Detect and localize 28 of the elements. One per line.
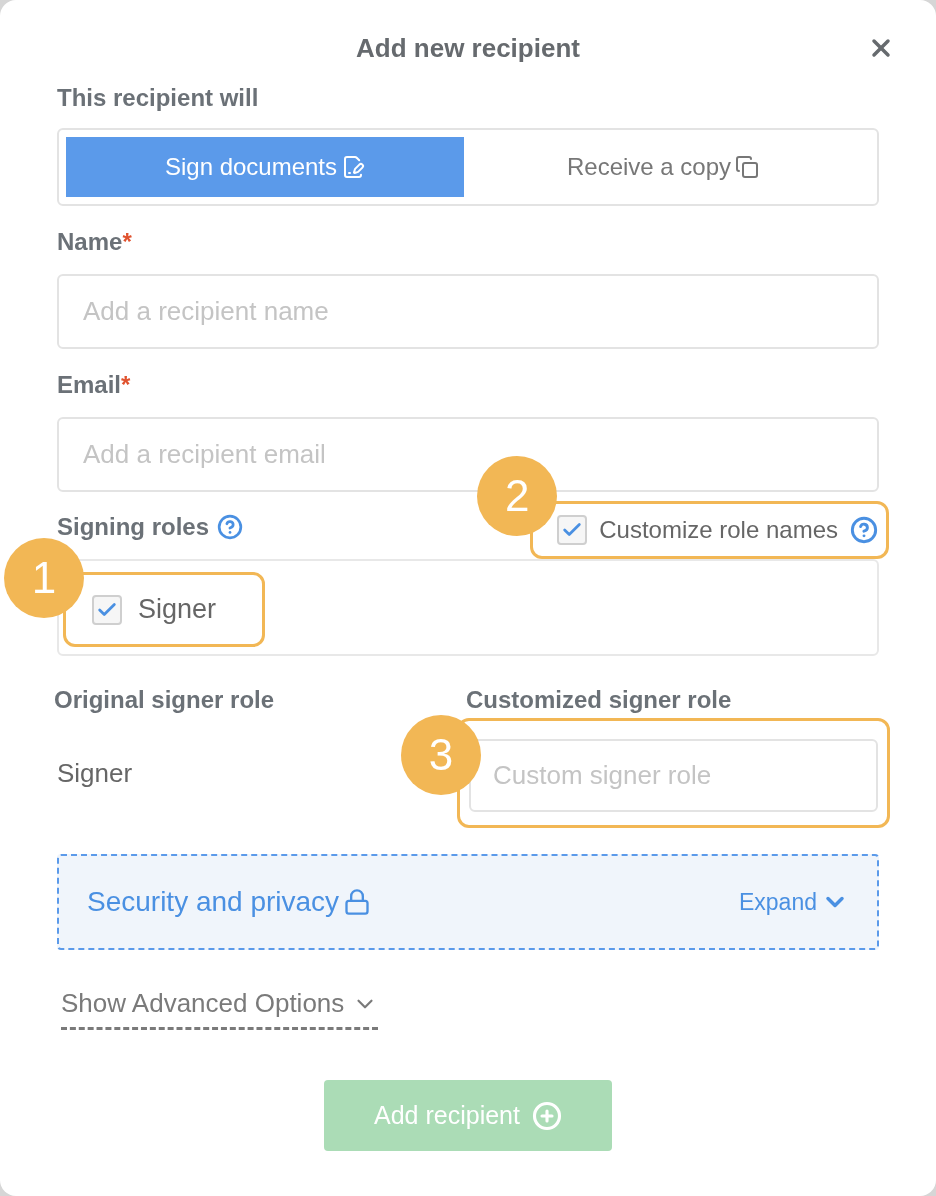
callout-badge: 2 xyxy=(477,456,558,536)
lock-icon xyxy=(343,888,372,916)
help-icon[interactable] xyxy=(217,514,243,540)
checkbox[interactable] xyxy=(557,515,588,545)
text-field[interactable]: Custom signer role xyxy=(469,739,878,812)
text-field[interactable]: Add a recipient name xyxy=(57,274,879,349)
copy-icon xyxy=(735,155,760,179)
column-heading: Customized signer role xyxy=(466,685,733,712)
advanced-options-link[interactable]: Show Advanced Options xyxy=(61,984,379,1030)
required-marker: * xyxy=(121,370,131,400)
section-label: This recipient will xyxy=(57,83,260,113)
checkbox-label[interactable]: Signer xyxy=(138,589,217,630)
role-name: Signer xyxy=(57,756,133,790)
column-heading: Original signer role xyxy=(54,685,276,712)
expand-button[interactable]: Expand xyxy=(739,884,849,920)
plus-circle-icon xyxy=(531,1100,562,1131)
field-label: Email xyxy=(57,370,122,400)
security-panel[interactable]: Security and privacy Expand xyxy=(57,854,879,950)
action-tab[interactable]: Sign documents xyxy=(66,137,464,197)
callout-badge: 3 xyxy=(401,715,481,795)
required-marker: * xyxy=(122,227,132,257)
signed-document-icon xyxy=(341,155,366,179)
field-label: Name xyxy=(57,227,123,257)
dialog-title: Add new recipient xyxy=(356,31,580,65)
checkbox[interactable] xyxy=(92,594,122,625)
help-icon[interactable] xyxy=(850,516,878,544)
checkbox-label[interactable]: Customize role names xyxy=(599,512,838,548)
panel-title: Security and privacy xyxy=(87,885,340,919)
